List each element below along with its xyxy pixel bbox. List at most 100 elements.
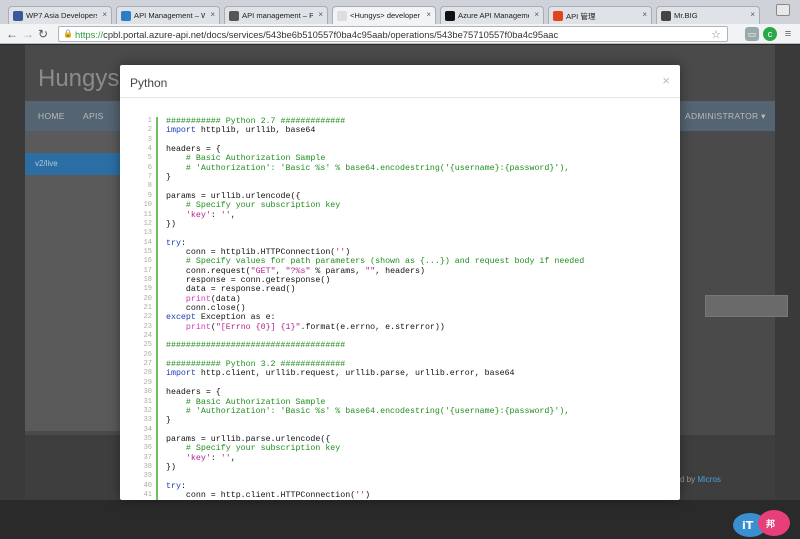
code-line: 35 params = urllib.parse.urlencode({ — [120, 435, 660, 444]
code-source: conn.request("GET", "?%s" % params, "", … — [166, 267, 425, 276]
code-line: 18 response = conn.getresponse() — [120, 276, 660, 285]
sidebar — [25, 131, 120, 431]
code-line: 23 print("[Errno {0}] {1}".format(e.errn… — [120, 323, 660, 332]
browser-tab[interactable]: WP7 Asia Developers × — [8, 6, 112, 24]
code-source: print("[Errno {0}] {1}".format(e.errno, … — [166, 323, 445, 332]
code-source: # Basic Authorization Sample — [166, 398, 325, 407]
code-token: : — [180, 481, 186, 491]
portal-brand[interactable]: Hungys / — [38, 65, 133, 93]
line-number: 5 — [147, 154, 152, 163]
window-control-icon[interactable] — [776, 4, 790, 16]
line-number: 15 — [143, 247, 152, 256]
browser-tab[interactable]: <Hungys> developer × — [332, 6, 436, 24]
line-number: 23 — [143, 322, 152, 331]
code-line: 41 conn = http.client.HTTPConnection('') — [120, 491, 660, 500]
code-source: import httplib, urllib, base64 — [166, 126, 315, 135]
forward-button[interactable]: → — [22, 27, 34, 41]
line-number: 16 — [143, 257, 152, 266]
code-source: try: — [166, 239, 186, 248]
reload-button[interactable]: ↻ — [38, 27, 48, 41]
code-source: try: — [166, 482, 186, 491]
code-token: conn.close() — [166, 304, 246, 313]
code-token: ) — [365, 491, 371, 500]
code-token: try — [166, 481, 181, 491]
code-token: '' — [335, 247, 346, 257]
nav-apis[interactable]: APIS — [83, 111, 104, 121]
code-line: 38}) — [120, 463, 660, 472]
code-line: 33} — [120, 416, 660, 425]
code-line: 24 — [120, 332, 660, 341]
code-token: # Specify your subscription key — [166, 201, 341, 211]
tab-close-icon[interactable]: × — [318, 10, 323, 19]
browser-tab[interactable]: API Management – Wi × — [116, 6, 220, 24]
back-button[interactable]: ← — [6, 27, 18, 41]
code-token: , headers) — [375, 266, 425, 276]
svg-text:邦: 邦 — [766, 518, 775, 530]
code-token: : — [210, 210, 221, 220]
browser-tab[interactable]: Azure API Management × — [440, 6, 544, 24]
tab-close-icon[interactable]: × — [426, 10, 431, 19]
cast-icon[interactable]: ▭ — [745, 27, 759, 41]
code-line: 30 headers = { — [120, 388, 660, 397]
browser-tab[interactable]: API 管理 × — [548, 6, 652, 24]
browser-toolbar: ← → ↻ 🔒 https://cpbl.portal.azure-api.ne… — [0, 24, 800, 44]
code-token: http.client, urllib.request, urllib.pars… — [195, 369, 515, 379]
code-line: 8 — [120, 182, 660, 191]
code-line: 25 #################################### — [120, 341, 660, 350]
code-block[interactable]: 1 ########### Python 2.7 ############# 2 im… — [120, 117, 680, 500]
address-bar[interactable]: 🔒 https://cpbl.portal.azure-api.net/docs… — [58, 26, 728, 42]
tab-close-icon[interactable]: × — [210, 10, 215, 19]
line-number: 20 — [143, 294, 152, 303]
code-token: Exception as e: — [195, 313, 276, 323]
tab-close-icon[interactable]: × — [534, 10, 539, 19]
line-number: 30 — [143, 388, 152, 397]
code-line: 3 — [120, 136, 660, 145]
code-line: 5 # Basic Authorization Sample — [120, 154, 660, 163]
code-line: 36 # Specify your subscription key — [120, 444, 660, 453]
line-number: 7 — [147, 173, 152, 182]
code-line: 26 — [120, 351, 660, 360]
code-source: }) — [166, 220, 176, 229]
menu-icon[interactable]: ≡ — [781, 27, 795, 41]
browser-tab-label: <Hungys> developer — [350, 11, 421, 20]
code-line: 6 # 'Authorization': 'Basic %s' % base64… — [120, 164, 660, 173]
nav-administrator[interactable]: ADMINISTRATOR ▾ — [685, 111, 766, 122]
code-line: 13 — [120, 229, 660, 238]
tab-close-icon[interactable]: × — [642, 10, 647, 19]
url-scheme: https:// — [75, 29, 104, 40]
code-line: 12}) — [120, 220, 660, 229]
bookmark-star-icon[interactable]: ☆ — [711, 28, 721, 41]
code-source: } — [166, 416, 171, 425]
footer-brand-link[interactable]: Micros — [697, 475, 721, 484]
code-token: '' — [220, 453, 231, 463]
code-source: data = response.read() — [166, 285, 296, 294]
code-source: conn = http.client.HTTPConnection('') — [166, 491, 370, 500]
sidebar-item-v2-live[interactable]: v2/live — [25, 153, 120, 175]
code-source: import http.client, urllib.request, urll… — [166, 369, 515, 378]
browser-tab[interactable]: Mr.BIG × — [656, 6, 760, 24]
s-icon — [661, 11, 671, 21]
code-token: import — [166, 369, 196, 379]
close-icon[interactable]: × — [662, 74, 670, 87]
code-token: (data) — [210, 294, 241, 304]
code-source: #################################### — [166, 341, 345, 350]
line-number: 36 — [143, 444, 152, 453]
browser-tab[interactable]: API management – Pol × — [224, 6, 328, 24]
tab-close-icon[interactable]: × — [102, 10, 107, 19]
nav-home[interactable]: HOME — [38, 111, 65, 121]
line-number: 1 — [147, 117, 152, 125]
code-line: 1 ########### Python 2.7 ############# — [120, 117, 660, 126]
lock-icon: 🔒 — [63, 29, 73, 38]
code-source: # Specify your subscription key — [166, 201, 340, 210]
code-token: "" — [365, 266, 376, 276]
code-token: import — [166, 126, 196, 136]
code-token: }) — [166, 462, 176, 472]
code-token: 'key' — [185, 210, 211, 220]
code-line: 28 import http.client, urllib.request, ur… — [120, 369, 660, 378]
line-number: 2 — [147, 126, 152, 135]
line-number: 12 — [143, 219, 152, 228]
code-token: response = conn.getresponse() — [166, 275, 331, 285]
extension-icon[interactable]: c — [763, 27, 777, 41]
tab-close-icon[interactable]: × — [750, 10, 755, 19]
